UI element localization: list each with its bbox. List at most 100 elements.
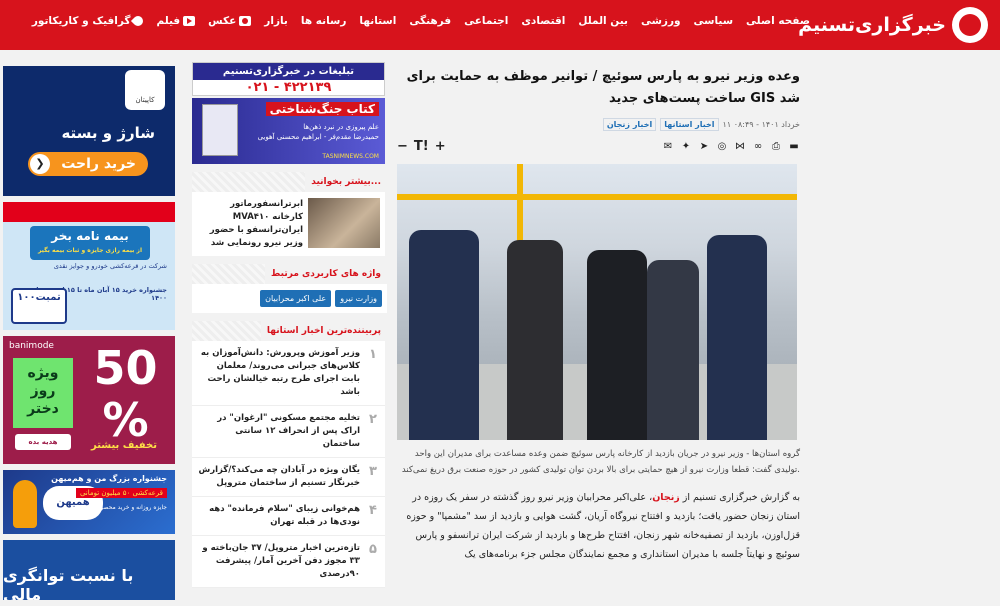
category-link-2[interactable]: اخبار زنجان [602, 118, 657, 131]
book-title: کتاب جنگ‌شناختی [265, 102, 379, 116]
font-decrease-button[interactable]: − [397, 139, 408, 154]
popular-rank: ۵ [369, 542, 377, 557]
camera-icon [239, 16, 252, 26]
ad-line-3: جایزه روزانه و خرید محصولات هم‌میهن [69, 504, 167, 511]
logo-text: خبرگزاری‌تسنیم [798, 14, 946, 36]
whatsapp-icon[interactable]: ◎ [716, 141, 728, 152]
nav-provinces[interactable]: استانها [359, 15, 396, 27]
ad-mascot [13, 480, 37, 528]
province-link[interactable]: زنجان [652, 492, 680, 503]
popular-title[interactable]: وزیر آموزش وپرورش: دانش‌آموزان به کلاس‌ه… [197, 347, 360, 399]
nav-market[interactable]: بازار [264, 15, 288, 27]
ad-tasnim-advertising[interactable]: تبلیغات در خبرگزاری‌تسنیم ۰۲۱ - ۴۲۲۱۳۹ [192, 62, 385, 96]
tasnim-emblem-icon [952, 7, 988, 43]
related-news-item[interactable]: ابرترانسفورماتور MVA۴۱۰ کارخانه ایران‌تر… [197, 198, 380, 250]
left-ad-column: کاپیتان شارژ و بسته خرید راحت بیمه نامه … [3, 66, 175, 606]
ad-top-bar [3, 202, 175, 222]
print-icon[interactable]: ⎙ [770, 141, 782, 152]
nav-photo[interactable]: عکس [208, 15, 252, 27]
tags-header: واژه های کاربردی مرتبط [192, 264, 385, 284]
ad-phone: ۰۲۱ - ۴۲۲۱۳۹ [245, 80, 332, 95]
ad-line: شرکت در قرعه‌کشی خودرو و جوایز نقدی [53, 262, 167, 270]
article-body: به گزارش خبرگزاری تسنیم از زنجان، علی‌اک… [406, 492, 800, 560]
nav-video[interactable]: فیلم [156, 15, 196, 27]
email-icon[interactable]: ✉ [662, 141, 674, 152]
popular-item[interactable]: ۱ وزیر آموزش وپرورش: دانش‌آموزان به کلاس… [192, 341, 385, 406]
ad-line-2: قرعه‌کشی ۵۰ میلیون تومانی [75, 488, 167, 498]
nav-culture[interactable]: فرهنگی [409, 15, 451, 27]
tasnim-logo[interactable]: خبرگزاری‌تسنیم [798, 6, 988, 44]
book-cover-image [202, 104, 238, 156]
ad-title: تبلیغات در خبرگزاری‌تسنیم [193, 63, 384, 80]
category-link[interactable]: اخبار استانها [660, 118, 719, 131]
ad-percent-sub: تخفیف بیشتر [91, 440, 157, 451]
ad-percent: 50 % [93, 341, 158, 447]
telegram-icon[interactable]: ➤ [698, 141, 710, 152]
popular-item[interactable]: ۴ هم‌خوانی زیبای "سلام فرمانده" دهه نودی… [192, 497, 385, 536]
nav-international[interactable]: بین الملل [578, 15, 628, 27]
ad-headline: با نسبت توانگری مالی [3, 566, 134, 600]
tag-item[interactable]: علی اکبر محرابیان [260, 290, 332, 307]
popular-item[interactable]: ۲ تخلیه مجتمع مسکونی "ارغوان" در اراک پس… [192, 406, 385, 458]
brush-icon [131, 13, 146, 29]
ad-finance-banner[interactable]: با نسبت توانگری مالی [3, 540, 175, 600]
person-figure [587, 250, 647, 440]
nav-graphics[interactable]: گرافیک و کاریکاتور [32, 13, 146, 29]
ad-phone-graphic: ۱۰۰تمبت [11, 288, 67, 324]
popular-title[interactable]: هم‌خوانی زیبای "سلام فرمانده" دهه نودی‌ه… [197, 503, 360, 529]
ad-title: بیمه نامه بخر از بیمه رازی جایزه و ثبات ب… [30, 226, 150, 260]
article-title: وعده وزیر نیرو به پارس سوئیچ / توانیر مو… [406, 69, 800, 106]
link-icon[interactable]: ∞ [752, 141, 764, 152]
play-icon [183, 16, 196, 26]
nav-economy[interactable]: اقتصادی [521, 15, 565, 27]
more-reading-header: بیشتر بخوانید... [192, 172, 385, 192]
ad-book-banner[interactable]: کتاب جنگ‌شناختی علم پیروزی در نبرد ذهن‌ه… [192, 98, 385, 164]
ad-buy-button[interactable]: خرید راحت [28, 152, 148, 176]
article-meta: ۱۱ خرداد ۱۴۰۱ - ۰۸:۴۹ اخبار استانها اخبا… [397, 118, 800, 131]
popular-item[interactable]: ۳ یگان ویژه در آبادان چه می‌کند؟/گزارش خ… [192, 458, 385, 497]
person-figure [707, 235, 767, 440]
font-increase-button[interactable]: + [435, 139, 446, 154]
popular-header: پربیننده‌ترین اخبار استانها [192, 321, 385, 341]
popular-rank: ۴ [369, 503, 377, 518]
share-bar: ▬ ⎙ ∞ ⋈ ◎ ➤ ✦ ✉ [662, 141, 800, 152]
nav-sports[interactable]: ورزشی [641, 15, 681, 27]
ad-line: جشنواره بزرگ من و هم‌میهن [51, 474, 167, 483]
tag-item[interactable]: وزارت نیرو [335, 290, 382, 307]
comment-icon[interactable]: ▬ [788, 141, 800, 152]
ad-insurance-banner[interactable]: بیمه نامه بخر از بیمه رازی جایزه و ثبات ب… [3, 202, 175, 330]
related-news-thumbnail[interactable] [308, 198, 380, 248]
article-tools: − T! + ▬ ⎙ ∞ ⋈ ◎ ➤ ✦ ✉ [397, 139, 800, 154]
nav-media[interactable]: رسانه ها [301, 15, 347, 27]
ad-headline: شارژ و بسته [61, 124, 155, 142]
ad-charge-banner[interactable]: کاپیتان شارژ و بسته خرید راحت [3, 66, 175, 196]
font-size-controls: − T! + [397, 139, 446, 154]
popular-title[interactable]: تازه‌ترین اخبار متروپل/ ۳۷ جان‌باخته و ۳… [197, 542, 360, 581]
related-news-box: ابرترانسفورماتور MVA۴۱۰ کارخانه ایران‌تر… [192, 192, 385, 256]
article-photo [397, 164, 797, 440]
book-subtitle: علم پیروزی در نبرد ذهن‌ها حمیدرضا مقدم‌فر… [257, 123, 379, 141]
twitter-icon[interactable]: ✦ [680, 141, 692, 152]
ad-hammihan-banner[interactable]: همیهن جشنواره بزرگ من و هم‌میهن قرعه‌کشی… [3, 470, 175, 534]
share-icon[interactable]: ⋈ [734, 141, 746, 152]
related-news-title[interactable]: ابرترانسفورماتور MVA۴۱۰ کارخانه ایران‌تر… [197, 198, 303, 250]
tags-list: وزارت نیرو علی اکبر محرابیان [192, 284, 387, 313]
font-size-icon: T! [413, 139, 429, 154]
article-date: ۱۱ خرداد ۱۴۰۱ - ۰۸:۴۹ [722, 120, 800, 129]
ad-gift-button[interactable]: هدیه بده [15, 434, 71, 450]
popular-item[interactable]: ۵ تازه‌ترین اخبار متروپل/ ۳۷ جان‌باخته و… [192, 536, 385, 588]
ad-girl-day: ویژه روز دختر [13, 358, 73, 428]
banimode-logo: banimode [9, 341, 54, 351]
nav-home[interactable]: صفحه اصلی [746, 15, 810, 27]
popular-rank: ۱ [369, 347, 377, 362]
person-figure [409, 230, 479, 440]
crane-beam [397, 194, 797, 200]
article: وعده وزیر نیرو به پارس سوئیچ / توانیر مو… [397, 62, 800, 564]
article-lead: گروه استان‌ها - وزیر نیرو در جریان بازدی… [401, 449, 800, 475]
popular-title[interactable]: یگان ویژه در آبادان چه می‌کند؟/گزارش خبر… [197, 464, 360, 490]
popular-title[interactable]: تخلیه مجتمع مسکونی "ارغوان" در اراک پس ا… [197, 412, 360, 451]
ad-banimode-banner[interactable]: banimode 50 % تخفیف بیشتر ویژه روز دختر … [3, 336, 175, 464]
nav-social[interactable]: اجتماعی [464, 15, 508, 27]
nav-politics[interactable]: سیاسی [694, 15, 734, 27]
person-figure [507, 240, 563, 440]
